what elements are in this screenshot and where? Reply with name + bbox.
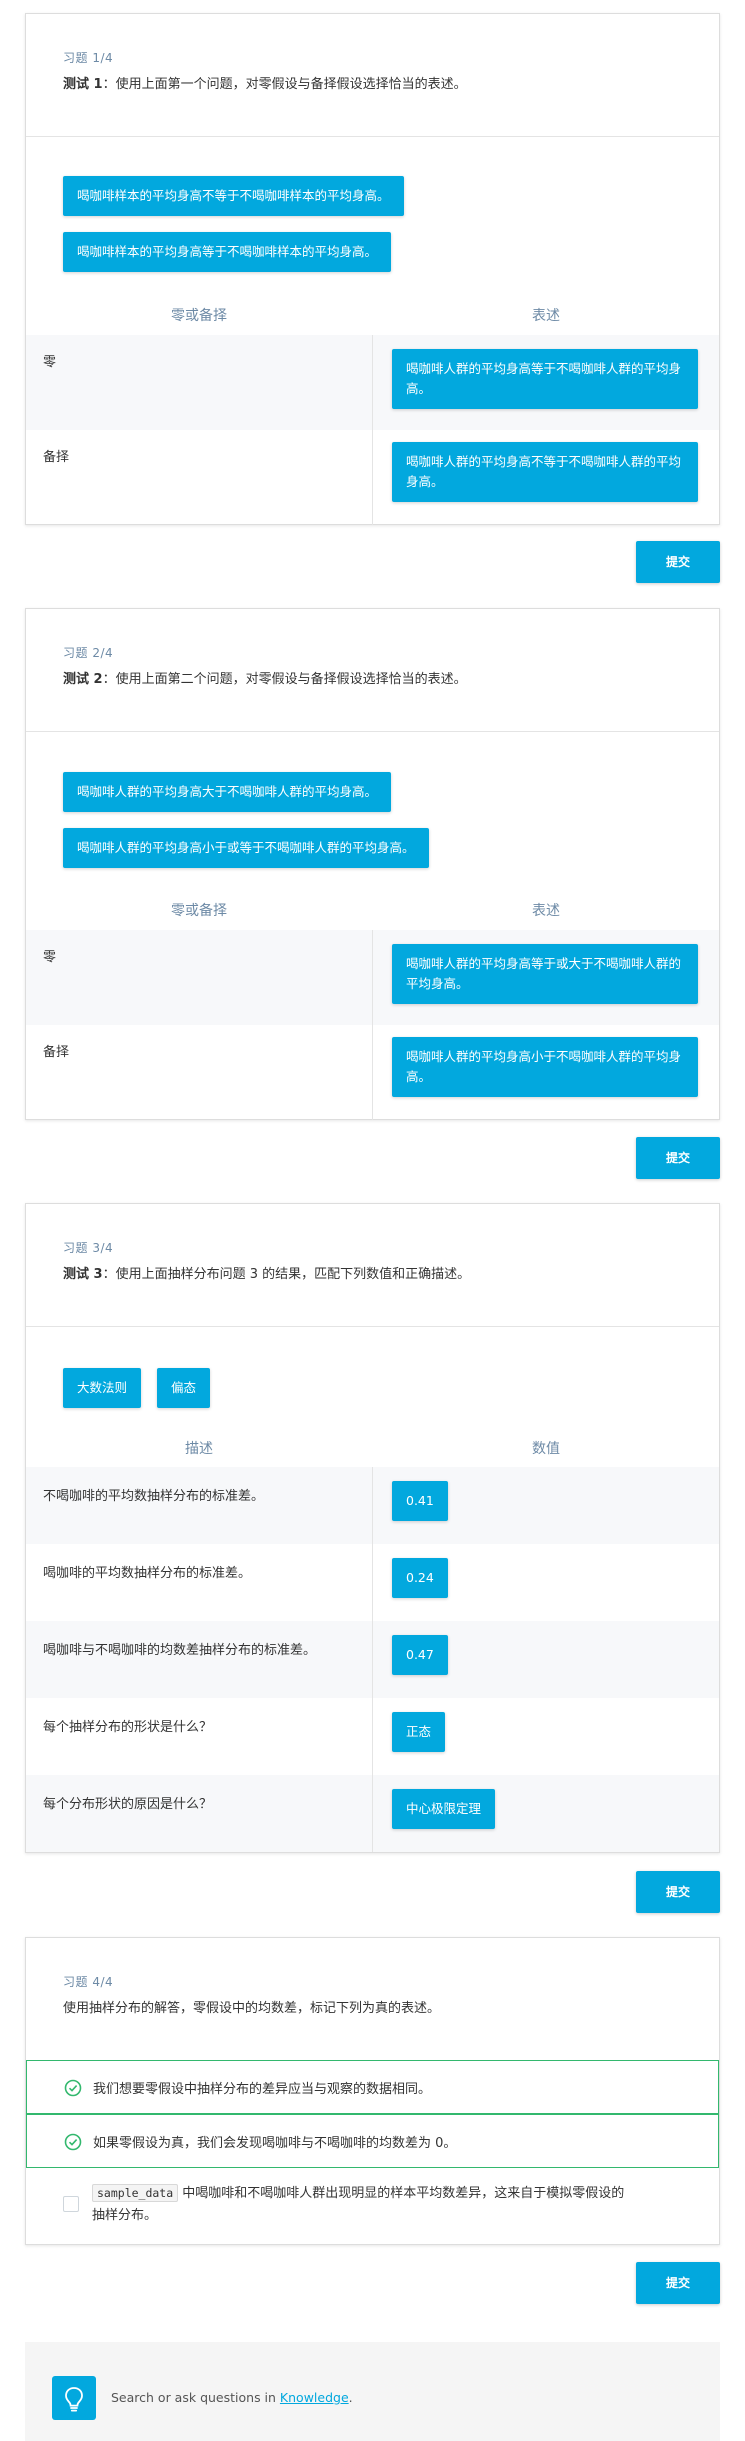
lightbulb-icon	[52, 2376, 96, 2420]
code-snippet: sample_data	[92, 2184, 179, 2202]
answer-chip[interactable]: 喝咖啡样本的平均身高等于不喝咖啡样本的平均身高。	[63, 232, 392, 272]
drop-zone-answer[interactable]: 喝咖啡人群的平均身高不等于不喝咖啡人群的平均身高。	[392, 442, 698, 502]
answer-chip[interactable]: 喝咖啡人群的平均身高大于不喝咖啡人群的平均身高。	[63, 772, 392, 812]
quiz-header: 习题 1/4 测试 1：使用上面第一个问题，对零假设与备择假设选择恰当的表述。	[26, 14, 719, 137]
row-label: 零	[43, 355, 57, 370]
match-row: 喝咖啡与不喝咖啡的均数差抽样分布的标准差。 0.47	[26, 1621, 719, 1698]
answer-chip[interactable]: 喝咖啡人群的平均身高小于或等于不喝咖啡人群的平均身高。	[63, 828, 429, 868]
match-row: 备择 喝咖啡人群的平均身高小于不喝咖啡人群的平均身高。	[26, 1025, 719, 1120]
quiz-card-3: 习题 3/4 测试 3：使用上面抽样分布问题 3 的结果，匹配下列数值和正确描述…	[25, 1203, 720, 1853]
drop-zone-answer[interactable]: 正态	[392, 1712, 446, 1752]
option-text: sample_data 中喝咖啡和不喝咖啡人群出现明显的样本平均数差异，这来自于…	[92, 2184, 625, 2223]
row-label: 不喝咖啡的平均数抽样分布的标准差。	[43, 1489, 265, 1504]
submit-button[interactable]: 提交	[636, 1871, 720, 1913]
answer-chip[interactable]: 喝咖啡样本的平均身高不等于不喝咖啡样本的平均身高。	[63, 176, 404, 216]
question-text: 测试 1：使用上面第一个问题，对零假设与备择假设选择恰当的表述。	[63, 77, 467, 92]
question-number: 习题 2/4	[63, 646, 114, 660]
check-circle-icon	[64, 2133, 82, 2151]
row-label: 喝咖啡的平均数抽样分布的标准差。	[43, 1566, 252, 1581]
checkbox-option[interactable]: 如果零假设为真，我们会发现喝咖啡与不喝咖啡的均数差为 0。	[26, 2114, 719, 2168]
row-label: 每个抽样分布的形状是什么？	[43, 1720, 213, 1735]
quiz-card-4: 习题 4/4 使用抽样分布的解答，零假设中的均数差，标记下列为真的表述。 我们想…	[25, 1937, 720, 2245]
drop-zone-answer[interactable]: 0.47	[392, 1635, 448, 1675]
submit-button[interactable]: 提交	[636, 1137, 720, 1179]
knowledge-text: Search or ask questions in Knowledge.	[111, 2390, 353, 2405]
column-header: 表述	[532, 903, 560, 919]
quiz-header: 习题 4/4 使用抽样分布的解答，零假设中的均数差，标记下列为真的表述。	[26, 1938, 719, 2060]
checkbox-option[interactable]: 我们想要零假设中抽样分布的差异应当与观察的数据相同。	[26, 2060, 719, 2114]
match-row: 每个分布形状的原因是什么？ 中心极限定理	[26, 1775, 719, 1852]
match-row: 喝咖啡的平均数抽样分布的标准差。 0.24	[26, 1544, 719, 1621]
quiz-header: 习题 2/4 测试 2：使用上面第二个问题，对零假设与备择假设选择恰当的表述。	[26, 609, 719, 732]
drop-zone-answer[interactable]: 0.41	[392, 1481, 448, 1521]
match-row: 不喝咖啡的平均数抽样分布的标准差。 0.41	[26, 1467, 719, 1544]
quiz-card-2: 习题 2/4 测试 2：使用上面第二个问题，对零假设与备择假设选择恰当的表述。 …	[25, 608, 720, 1120]
match-row: 零 喝咖啡人群的平均身高等于不喝咖啡人群的平均身高。	[26, 335, 719, 430]
question-text: 测试 3：使用上面抽样分布问题 3 的结果，匹配下列数值和正确描述。	[63, 1267, 471, 1282]
match-row: 每个抽样分布的形状是什么？ 正态	[26, 1698, 719, 1775]
question-number: 习题 3/4	[63, 1241, 114, 1255]
column-header: 零或备择	[171, 308, 227, 324]
knowledge-link[interactable]: Knowledge	[280, 2390, 349, 2405]
quiz-header: 习题 3/4 测试 3：使用上面抽样分布问题 3 的结果，匹配下列数值和正确描述…	[26, 1204, 719, 1327]
option-text: 如果零假设为真，我们会发现喝咖啡与不喝咖啡的均数差为 0。	[93, 2136, 457, 2151]
answer-chip[interactable]: 大数法则	[63, 1368, 142, 1408]
column-header: 零或备择	[171, 903, 227, 919]
match-row: 零 喝咖啡人群的平均身高等于或大于不喝咖啡人群的平均身高。	[26, 930, 719, 1025]
option-text: 我们想要零假设中抽样分布的差异应当与观察的数据相同。	[93, 2082, 432, 2097]
row-label: 每个分布形状的原因是什么？	[43, 1797, 213, 1812]
knowledge-banner: Search or ask questions in Knowledge.	[25, 2342, 720, 2441]
check-circle-icon	[64, 2079, 82, 2097]
column-header: 描述	[185, 1441, 213, 1457]
submit-button[interactable]: 提交	[636, 2262, 720, 2304]
row-label: 零	[43, 950, 57, 965]
row-label: 备择	[43, 1045, 70, 1060]
drop-zone-answer[interactable]: 喝咖啡人群的平均身高等于不喝咖啡人群的平均身高。	[392, 349, 698, 409]
drop-zone-answer[interactable]: 0.24	[392, 1558, 448, 1598]
quiz-card-1: 习题 1/4 测试 1：使用上面第一个问题，对零假设与备择假设选择恰当的表述。 …	[25, 13, 720, 525]
row-label: 喝咖啡与不喝咖啡的均数差抽样分布的标准差。	[43, 1643, 317, 1658]
answer-chip[interactable]: 偏态	[157, 1368, 211, 1408]
match-row: 备择 喝咖啡人群的平均身高不等于不喝咖啡人群的平均身高。	[26, 430, 719, 525]
column-header: 数值	[532, 1441, 560, 1457]
drop-zone-answer[interactable]: 喝咖啡人群的平均身高等于或大于不喝咖啡人群的平均身高。	[392, 944, 698, 1004]
submit-button[interactable]: 提交	[636, 541, 720, 583]
checkbox-option[interactable]: sample_data 中喝咖啡和不喝咖啡人群出现明显的样本平均数差异，这来自于…	[26, 2168, 719, 2244]
question-text: 测试 2：使用上面第二个问题，对零假设与备择假设选择恰当的表述。	[63, 672, 467, 687]
question-number: 习题 1/4	[63, 51, 114, 65]
question-text: 使用抽样分布的解答，零假设中的均数差，标记下列为真的表述。	[63, 2001, 441, 2016]
row-label: 备择	[43, 450, 70, 465]
checkbox[interactable]	[63, 2196, 79, 2212]
column-header: 表述	[532, 308, 560, 324]
drop-zone-answer[interactable]: 喝咖啡人群的平均身高小于不喝咖啡人群的平均身高。	[392, 1037, 698, 1097]
drop-zone-answer[interactable]: 中心极限定理	[392, 1789, 496, 1829]
question-number: 习题 4/4	[63, 1975, 114, 1989]
